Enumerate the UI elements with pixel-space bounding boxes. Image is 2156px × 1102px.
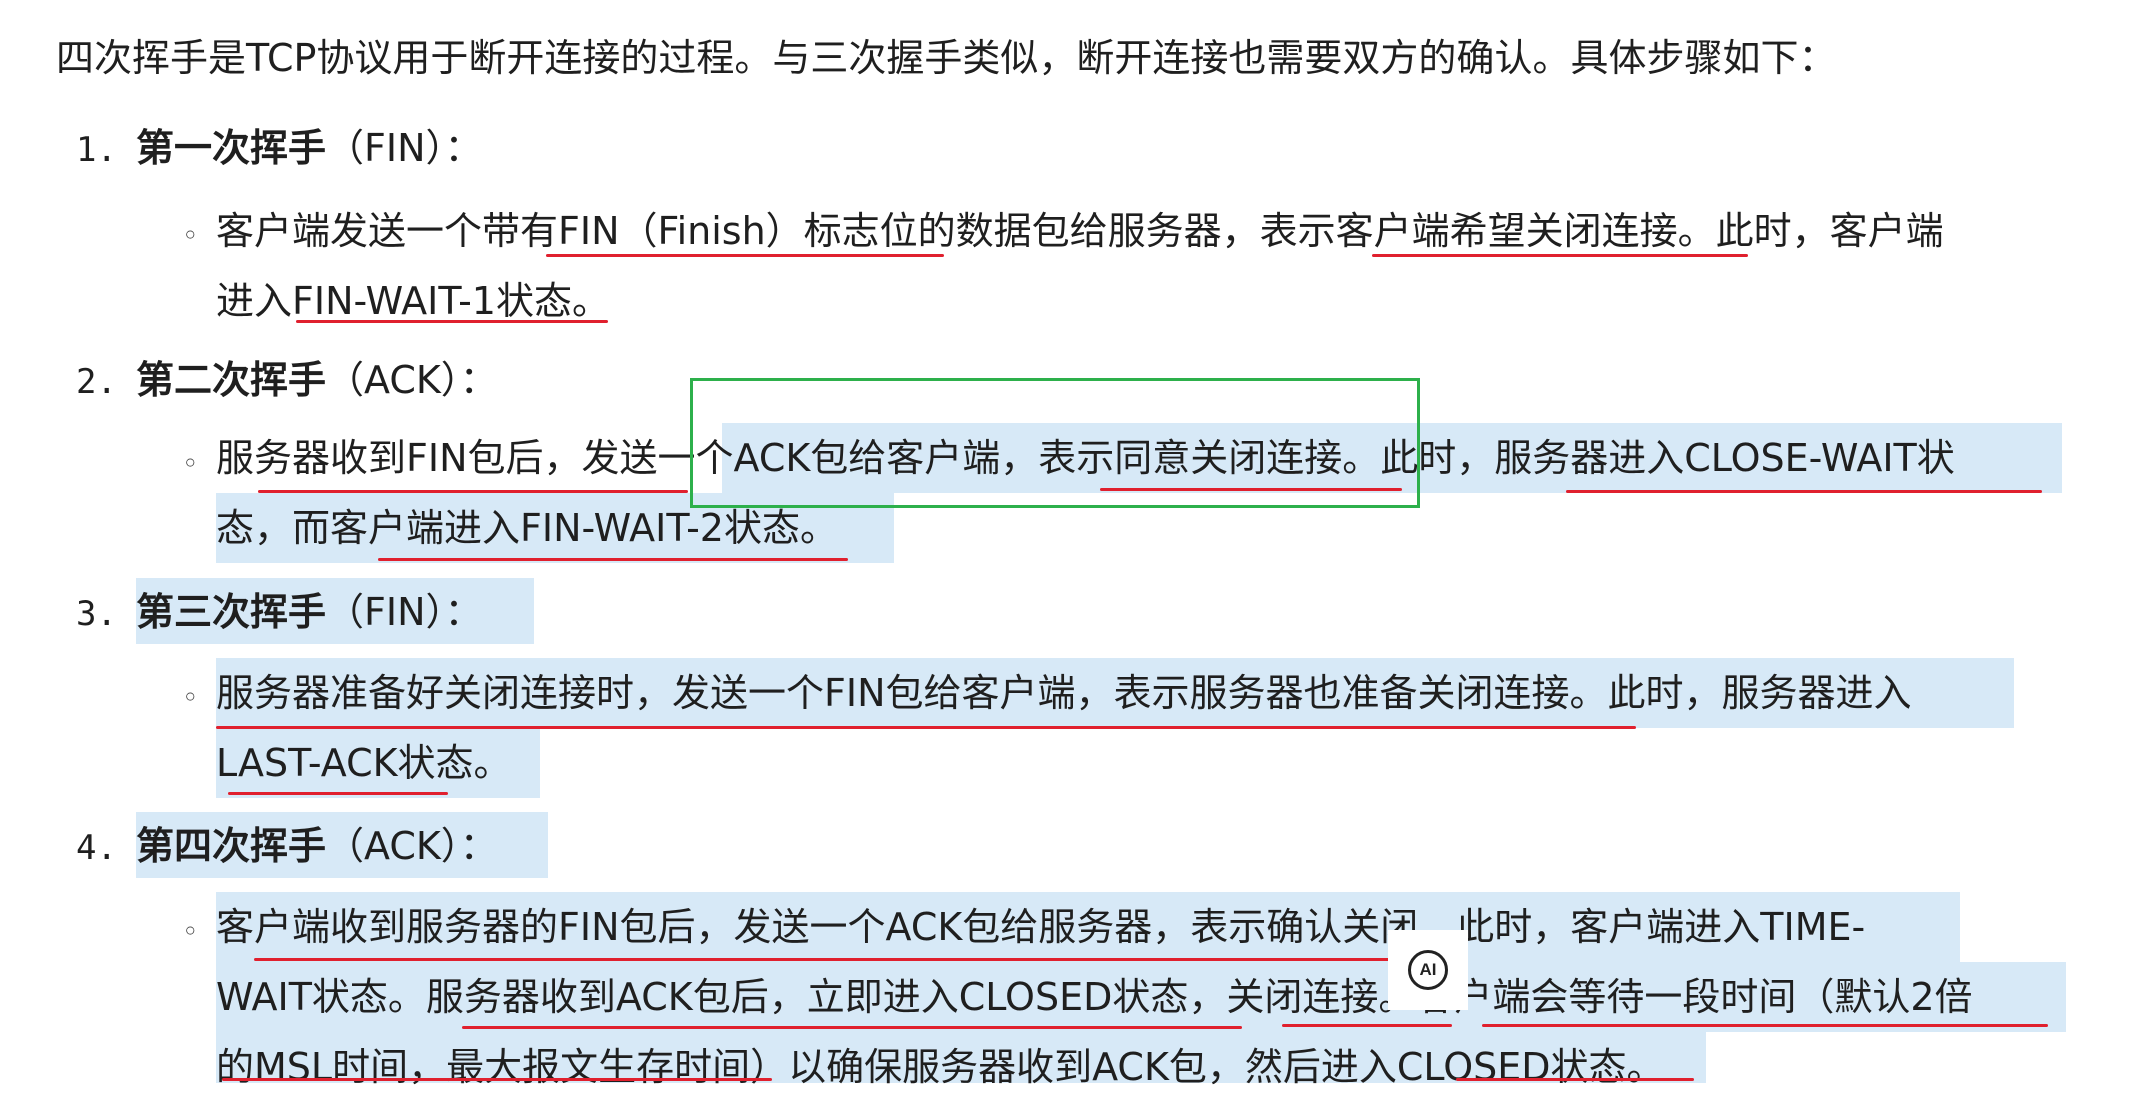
underline-annotation — [258, 490, 688, 493]
paragraph-line: LAST-ACK状态。 — [216, 741, 512, 785]
underline-annotation — [1566, 490, 2042, 493]
paragraph-line: WAIT状态。服务器收到ACK包后，立即进入CLOSED状态，关闭连接。客户端会… — [216, 975, 1973, 1019]
underline-annotation — [228, 792, 448, 795]
step-tag: （ACK）： — [326, 358, 498, 402]
step-4-paragraph: 客户端收到服务器的FIN包后，发送一个ACK包给服务器，表示确认关闭。此时，客户… — [216, 892, 2096, 1102]
step-title: 第二次挥手 — [136, 358, 327, 402]
paragraph-line: 客户端发送一个带有FIN（Finish）标志位的数据包给服务器，表示客户端希望关… — [216, 209, 1944, 253]
step-2-heading: 2. 第二次挥手（ACK）： — [76, 352, 498, 410]
underline-annotation — [1372, 254, 1748, 257]
underline-annotation — [462, 1026, 1242, 1029]
step-title: 第三次挥手 — [136, 590, 327, 634]
bullet-icon: ◦ — [182, 915, 199, 948]
bullet-icon: ◦ — [182, 681, 199, 714]
paragraph-line: 客户端收到服务器的FIN包后，发送一个ACK包给服务器，表示确认关闭。此时，客户… — [216, 905, 1866, 949]
underline-annotation — [222, 1078, 772, 1081]
step-number: 4. — [76, 828, 117, 868]
step-number: 2. — [76, 362, 117, 402]
step-1-heading: 1. 第一次挥手（FIN）： — [76, 120, 483, 178]
underline-annotation — [1282, 1024, 1452, 1027]
paragraph-line: 进入FIN-WAIT-1状态。 — [216, 279, 610, 323]
step-tag: （ACK）： — [326, 824, 498, 868]
ai-icon: AI — [1408, 950, 1448, 990]
step-title: 第四次挥手 — [136, 824, 327, 868]
step-tag: （FIN）： — [326, 126, 483, 170]
underline-annotation — [254, 958, 1434, 961]
underline-annotation — [296, 320, 608, 323]
underline-annotation — [1456, 1078, 1694, 1081]
step-title: 第一次挥手 — [136, 126, 327, 170]
step-3-heading: 3. 第三次挥手（FIN）： — [76, 584, 483, 642]
paragraph-line: 的MSL时间，最大报文生存时间）以确保服务器收到ACK包，然后进入CLOSED状… — [216, 1045, 1665, 1089]
bullet-icon: ◦ — [182, 447, 199, 480]
step-tag: （FIN）： — [326, 590, 483, 634]
underline-annotation — [546, 254, 944, 257]
underline-annotation — [1482, 1024, 2048, 1027]
intro-paragraph: 四次挥手是TCP协议用于断开连接的过程。与三次握手类似，断开连接也需要双方的确认… — [56, 36, 1837, 80]
bullet-icon: ◦ — [182, 219, 199, 252]
step-number: 1. — [76, 130, 117, 170]
underline-annotation — [216, 726, 1636, 729]
step-number: 3. — [76, 594, 117, 634]
ai-assistant-button[interactable]: AI — [1388, 930, 1468, 1010]
step-1-paragraph: 客户端发送一个带有FIN（Finish）标志位的数据包给服务器，表示客户端希望关… — [216, 196, 2096, 336]
document-page: 四次挥手是TCP协议用于断开连接的过程。与三次握手类似，断开连接也需要双方的确认… — [0, 0, 2156, 1089]
paragraph-line: 服务器准备好关闭连接时，发送一个FIN包给客户端，表示服务器也准备关闭连接。此时… — [216, 671, 1912, 715]
underline-annotation — [1100, 488, 1402, 491]
underline-annotation — [378, 558, 848, 561]
step-4-heading: 4. 第四次挥手（ACK）： — [76, 818, 498, 876]
